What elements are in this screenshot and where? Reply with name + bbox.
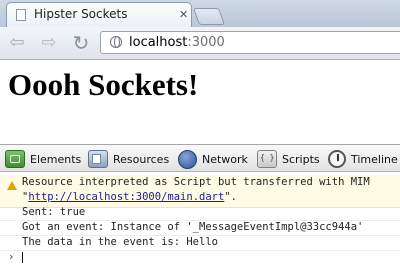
new-tab-button[interactable] [192,8,226,25]
close-icon[interactable]: ✕ [179,8,188,21]
globe-icon [110,36,122,48]
text-caret [22,252,23,263]
console-prompt[interactable]: › [0,250,400,265]
tab-scripts[interactable]: Scripts [257,145,320,173]
back-arrow-icon[interactable]: ⇦ [6,32,28,54]
console-warning: Resource interpreted as Script but trans… [0,175,400,208]
warning-text: Resource interpreted as Script but trans… [22,176,370,188]
page-content: Oooh Sockets! [0,60,400,144]
url-host: localhost [129,35,188,50]
browser-toolbar: ⇦ ⇨ ↻ localhost:3000 [0,27,400,60]
resources-icon [88,150,108,168]
page-icon [16,9,26,21]
tab-label: Resources [113,152,170,166]
tab-title: Hipster Sockets [34,7,128,21]
devtools-toolbar: Elements Resources Network Scripts Timel… [0,144,400,172]
console-message: Got an event: Instance of '_MessageEvent… [0,220,400,236]
forward-arrow-icon[interactable]: ⇨ [38,32,60,54]
warning-icon [7,181,17,190]
console-message: The data in the event is: Hello [0,235,400,251]
scripts-icon [257,150,277,168]
console-message-text: Sent: true [22,206,86,218]
page-heading: Oooh Sockets! [8,67,199,102]
url-port: :3000 [187,35,225,50]
console-message-text: Got an event: Instance of '_MessageEvent… [22,221,364,233]
timeline-icon [328,150,346,168]
resource-link[interactable]: http://localhost:3000/main.dart [28,191,224,203]
elements-icon [5,150,25,168]
warning-source: "http://localhost:3000/main.dart". [22,190,237,205]
tab-label: Network [202,152,248,166]
browser-tab[interactable]: Hipster Sockets ✕ [6,2,192,27]
prompt-chevron-icon: › [8,251,15,263]
reload-icon[interactable]: ↻ [70,32,92,54]
tab-label: Timeline [351,152,398,166]
tab-timeline[interactable]: Timeline [328,145,398,173]
tab-network[interactable]: Network [178,145,248,173]
console-panel: Resource interpreted as Script but trans… [0,172,400,271]
console-message: Sent: true [0,205,400,221]
network-icon [178,149,197,169]
console-message-text: The data in the event is: Hello [22,236,218,248]
tab-resources[interactable]: Resources [88,145,169,173]
tab-label: Scripts [282,152,320,166]
tab-strip: Hipster Sockets ✕ [0,0,400,27]
address-bar[interactable]: localhost:3000 [100,31,400,54]
tab-label: Elements [30,152,82,166]
quote-close: ". [224,191,237,203]
tab-elements[interactable]: Elements [5,145,81,173]
address-url[interactable]: localhost:3000 [129,35,225,50]
